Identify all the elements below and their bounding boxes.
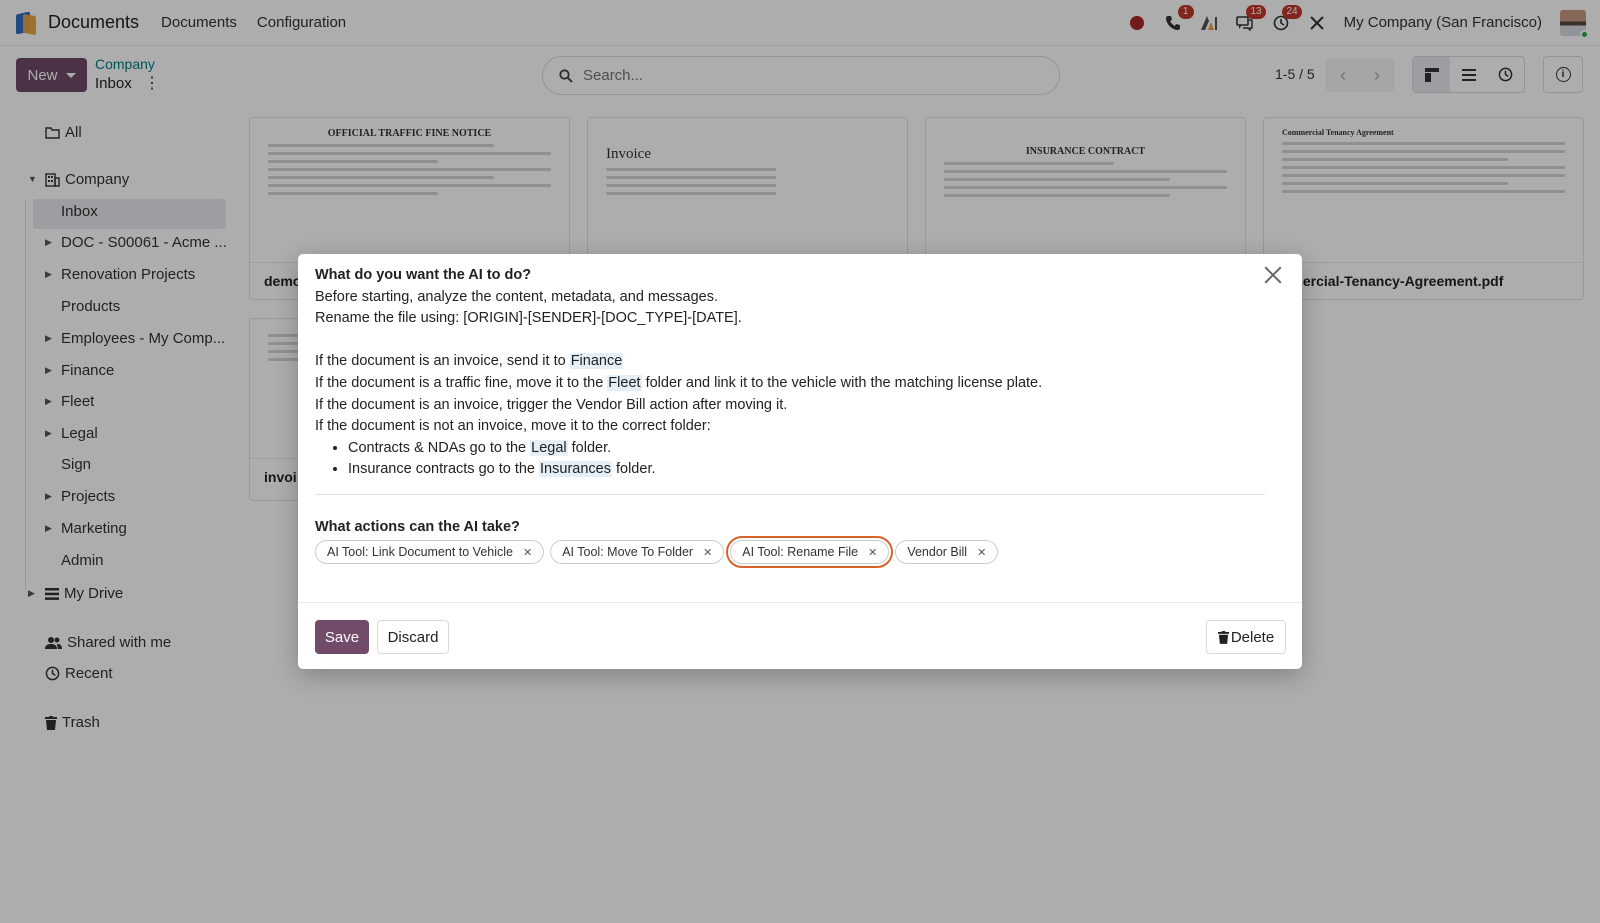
prompt-line: Before starting, analyze the content, me… (315, 288, 719, 305)
folder-link-insurances[interactable]: Insurances (539, 461, 612, 478)
prompt-question: What do you want the AI to do? (315, 267, 532, 283)
prompt-rule: If the document is not an invoice, move … (315, 418, 711, 435)
tag-label: AI Tool: Rename File (742, 545, 859, 559)
prompt-rule: If the document is a traffic fine, move … (315, 374, 1043, 391)
ai-actions-tags[interactable]: AI Tool: Link Document to Vehicle ✕ AI To… (315, 536, 999, 568)
trash-icon (1217, 630, 1229, 644)
folder-link-fleet[interactable]: Fleet (607, 374, 642, 391)
folder-rules-list: Contracts & NDAs go to the Legal folder.… (348, 438, 1275, 481)
remove-tag-icon[interactable]: ✕ (703, 546, 712, 559)
tag-rename-file[interactable]: AI Tool: Rename File ✕ (726, 536, 894, 568)
prompt-line: Rename the file using: [ORIGIN]-[SENDER]… (315, 310, 742, 327)
folder-link-finance[interactable]: Finance (569, 353, 624, 370)
ai-prompt-editor[interactable]: What do you want the AI to do? Before st… (315, 265, 1275, 481)
tag-move-to-folder[interactable]: AI Tool: Move To Folder ✕ (550, 540, 725, 564)
actions-question: What actions can the AI take? (315, 519, 520, 535)
delete-button[interactable]: Delete (1206, 620, 1286, 654)
remove-tag-icon[interactable]: ✕ (523, 546, 532, 559)
save-button[interactable]: Save (315, 620, 369, 654)
remove-tag-icon[interactable]: ✕ (977, 546, 986, 559)
list-item: Contracts & NDAs go to the Legal folder. (348, 438, 1275, 460)
tag-label: Vendor Bill (907, 545, 968, 559)
discard-button[interactable]: Discard (377, 620, 449, 654)
tag-label: AI Tool: Link Document to Vehicle (327, 545, 513, 559)
tag-label: AI Tool: Move To Folder (562, 545, 694, 559)
delete-label: Delete (1230, 628, 1275, 646)
folder-link-legal[interactable]: Legal (530, 439, 568, 456)
list-item: Insurance contracts go to the Insurances… (348, 459, 1275, 481)
tag-link-document-to-vehicle[interactable]: AI Tool: Link Document to Vehicle ✕ (315, 540, 545, 564)
remove-tag-icon[interactable]: ✕ (868, 546, 877, 559)
prompt-rule: If the document is an invoice, trigger t… (315, 396, 788, 413)
ai-settings-dialog: What do you want the AI to do? Before st… (298, 254, 1302, 669)
prompt-rule: If the document is an invoice, send it t… (315, 353, 624, 370)
tag-vendor-bill[interactable]: Vendor Bill ✕ (895, 540, 999, 564)
divider (315, 494, 1265, 495)
footer-divider (298, 602, 1302, 603)
